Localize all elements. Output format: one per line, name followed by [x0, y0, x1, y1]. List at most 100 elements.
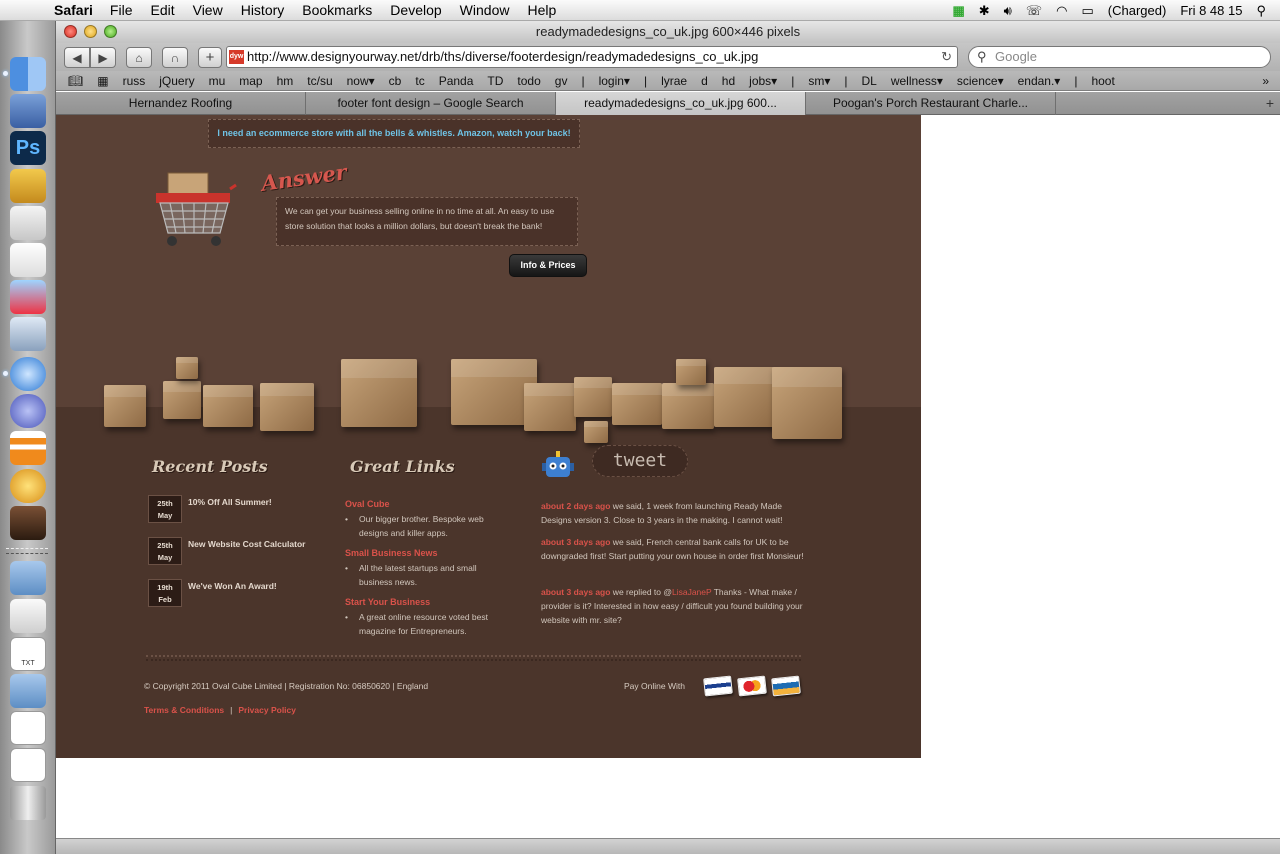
- bookmark-item[interactable]: Panda: [432, 74, 481, 88]
- bookmark-item[interactable]: cb: [382, 74, 409, 88]
- adium-duck-icon[interactable]: [10, 469, 46, 503]
- document-stack-icon[interactable]: [10, 748, 46, 782]
- bookmark-item[interactable]: mu: [202, 74, 233, 88]
- post-title[interactable]: New Website Cost Calculator: [188, 539, 305, 549]
- link-oval-cube[interactable]: Oval Cube: [345, 499, 390, 509]
- text-editor-icon[interactable]: [10, 243, 46, 277]
- menu-window[interactable]: Window: [451, 2, 519, 18]
- tweet-time-link[interactable]: about 2 days ago: [541, 501, 610, 511]
- bookmark-item[interactable]: map: [232, 74, 269, 88]
- transmit-truck-icon[interactable]: [10, 169, 46, 203]
- forward-button[interactable]: ▶: [90, 47, 116, 68]
- bluetooth-icon[interactable]: ✱: [972, 3, 997, 19]
- bookmark-item[interactable]: gv: [548, 74, 575, 88]
- folder-icon[interactable]: [10, 674, 46, 708]
- bookmark-item[interactable]: hm: [270, 74, 301, 88]
- menu-bookmarks[interactable]: Bookmarks: [293, 2, 381, 18]
- search-field[interactable]: ⚲ Google: [968, 46, 1271, 68]
- safari-icon[interactable]: [10, 357, 46, 391]
- bookmark-item[interactable]: lyrae: [654, 74, 694, 88]
- bookmark-folder[interactable]: endan.▾: [1011, 74, 1068, 88]
- trash-icon[interactable]: [10, 786, 46, 820]
- menu-develop[interactable]: Develop: [381, 2, 450, 18]
- minimize-icon[interactable]: [84, 25, 97, 38]
- bookmark-folder[interactable]: sm▾: [801, 74, 837, 88]
- bookmark-folder[interactable]: jobs▾: [742, 74, 784, 88]
- wifi-icon[interactable]: ◠: [1049, 3, 1074, 19]
- menu-file[interactable]: File: [101, 2, 142, 18]
- bookmark-folder[interactable]: science▾: [950, 74, 1011, 88]
- disk-utility-icon[interactable]: [10, 394, 46, 428]
- post-title[interactable]: 10% Off All Summer!: [188, 497, 272, 507]
- tweet-time-link[interactable]: about 3 days ago: [541, 537, 610, 547]
- zoom-icon[interactable]: [104, 25, 117, 38]
- bookmark-item[interactable]: hoot: [1084, 74, 1121, 88]
- menu-app-name[interactable]: Safari: [40, 2, 101, 18]
- bookmark-item[interactable]: jQuery: [152, 74, 201, 88]
- tweet-handle-link[interactable]: LisaJaneP: [672, 587, 712, 597]
- volume-icon[interactable]: 🔊︎: [997, 3, 1019, 19]
- clock[interactable]: Fri 8 48 15: [1173, 3, 1249, 18]
- privacy-link[interactable]: Privacy Policy: [238, 705, 296, 715]
- mail-bird-icon[interactable]: [10, 94, 46, 128]
- document-icon[interactable]: [10, 711, 46, 745]
- bookmark-item[interactable]: todo: [510, 74, 547, 88]
- home-icon[interactable]: ⌂: [126, 47, 152, 68]
- battery-icon[interactable]: ▭: [1074, 3, 1100, 19]
- bookmarks-overflow-icon[interactable]: »: [1255, 74, 1276, 88]
- battery-status[interactable]: (Charged): [1101, 3, 1174, 18]
- txt-file-icon[interactable]: TXT: [10, 637, 46, 671]
- post-title[interactable]: We've Won An Award!: [188, 581, 277, 591]
- preview-icon[interactable]: [10, 317, 46, 351]
- phone-icon[interactable]: ☏: [1019, 3, 1049, 19]
- extension-icon[interactable]: ∩: [162, 47, 188, 68]
- menu-history[interactable]: History: [232, 2, 294, 18]
- pencil-app-icon[interactable]: [10, 280, 46, 314]
- spotlight-icon[interactable]: ⚲: [1249, 3, 1280, 19]
- new-tab-button[interactable]: +: [1266, 92, 1274, 114]
- css-edit-icon[interactable]: [10, 206, 46, 240]
- horizontal-scrollbar[interactable]: [56, 838, 1280, 854]
- info-prices-button[interactable]: Info & Prices: [509, 254, 587, 277]
- menu-help[interactable]: Help: [518, 2, 565, 18]
- reading-list-icon[interactable]: 📖︎: [56, 74, 90, 88]
- tab-readymadedesigns[interactable]: readymadedesigns_co_uk.jpg 600...: [556, 92, 806, 115]
- photoshop-icon[interactable]: Ps: [10, 131, 46, 165]
- top-sites-icon[interactable]: ▦: [90, 74, 115, 88]
- monitor-icon[interactable]: [10, 506, 46, 540]
- reload-icon[interactable]: ↻: [941, 47, 952, 67]
- tweet-time-link[interactable]: about 3 days ago: [541, 587, 610, 597]
- bookmark-item[interactable]: russ: [116, 74, 153, 88]
- vlc-icon[interactable]: [10, 431, 46, 465]
- bookmark-item[interactable]: TD: [480, 74, 510, 88]
- address-field[interactable]: dyw http://www.designyourway.net/drb/ths…: [226, 46, 958, 68]
- flag-icon[interactable]: ▦: [945, 3, 971, 19]
- terms-link[interactable]: Terms & Conditions: [144, 705, 224, 715]
- link-start-your-business[interactable]: Start Your Business: [345, 597, 430, 607]
- post-item[interactable]: 19th Feb We've Won An Award!: [148, 579, 277, 607]
- folder-icon[interactable]: [10, 561, 46, 595]
- bookmark-item[interactable]: DL: [854, 74, 883, 88]
- bookmark-item[interactable]: tc: [408, 74, 431, 88]
- bookmark-folder[interactable]: wellness▾: [884, 74, 950, 88]
- tab-poogans-porch[interactable]: Poogan's Porch Restaurant Charle...: [806, 92, 1056, 115]
- recent-posts-heading: Recent Posts: [152, 457, 268, 476]
- bookmark-item[interactable]: hd: [715, 74, 742, 88]
- bookmark-separator: |: [1074, 73, 1078, 88]
- close-icon[interactable]: [64, 25, 77, 38]
- post-item[interactable]: 25th May 10% Off All Summer!: [148, 495, 272, 523]
- link-small-business-news[interactable]: Small Business News: [345, 548, 438, 558]
- bookmark-item[interactable]: d: [694, 74, 715, 88]
- bookmark-folder[interactable]: now▾: [340, 74, 382, 88]
- back-button[interactable]: ◀: [64, 47, 90, 68]
- post-item[interactable]: 25th May New Website Cost Calculator: [148, 537, 305, 565]
- tab-hernandez-roofing[interactable]: Hernandez Roofing: [56, 92, 306, 115]
- add-bookmark-button[interactable]: +: [198, 47, 222, 68]
- tab-google-search[interactable]: footer font design – Google Search: [306, 92, 556, 115]
- finder-icon[interactable]: [10, 57, 46, 91]
- bookmark-item[interactable]: tc/su: [300, 74, 339, 88]
- bookmark-folder[interactable]: login▾: [592, 74, 637, 88]
- menu-view[interactable]: View: [184, 2, 232, 18]
- menu-edit[interactable]: Edit: [141, 2, 183, 18]
- drive-icon[interactable]: [10, 599, 46, 633]
